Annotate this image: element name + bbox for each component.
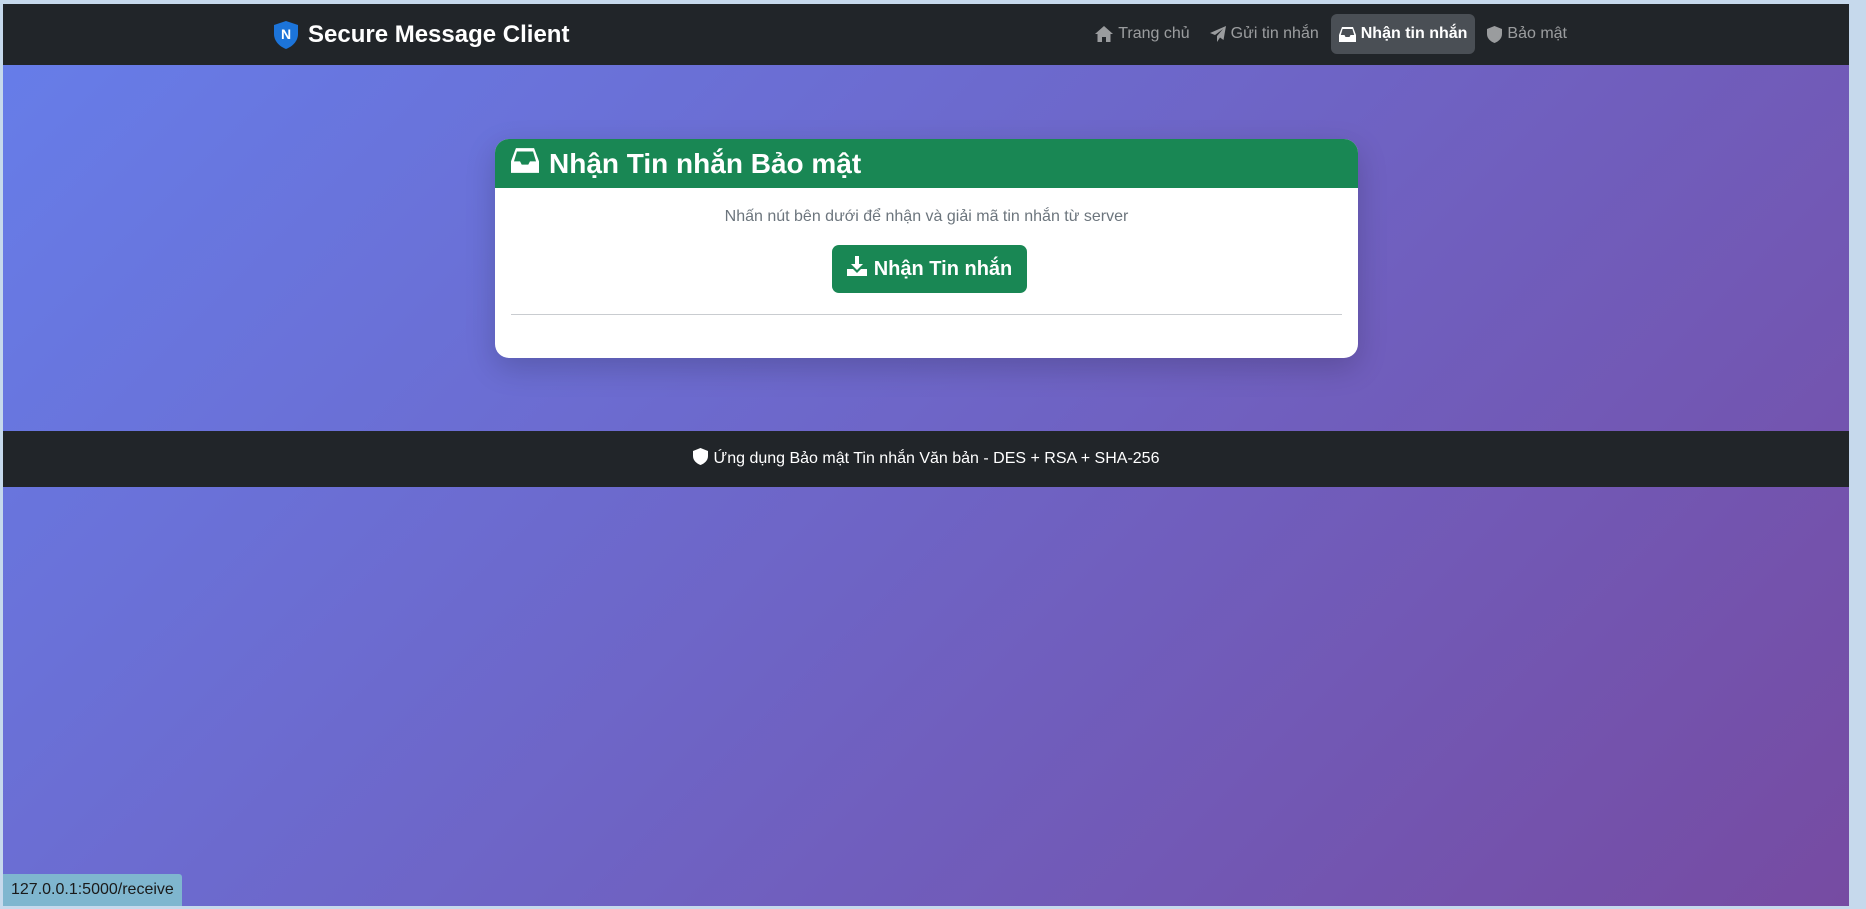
footer: Ứng dụng Bảo mật Tin nhắn Văn bản - DES … [3, 431, 1849, 487]
nav-link-send[interactable]: Gửi tin nhắn [1202, 14, 1327, 54]
receive-card: Nhận Tin nhắn Bảo mật Nhấn nút bên dưới … [495, 139, 1358, 358]
nav-link-security[interactable]: Bảo mật [1479, 14, 1575, 54]
nav-link-label: Gửi tin nhắn [1230, 25, 1319, 42]
nav-links: Trang chủ Gửi tin nhắn Nhận tin nhắn Bảo… [1087, 14, 1575, 54]
inbox-icon [511, 147, 539, 180]
page-viewport: N Secure Message Client Trang chủ Gửi ti… [3, 4, 1849, 906]
nav-link-home[interactable]: Trang chủ [1087, 14, 1197, 54]
home-icon [1095, 26, 1114, 42]
nav-link-label: Nhận tin nhắn [1360, 25, 1468, 42]
nav-link-label: Trang chủ [1118, 25, 1190, 42]
card-body: Nhấn nút bên dưới để nhận và giải mã tin… [495, 188, 1358, 358]
brand[interactable]: N Secure Message Client [274, 19, 569, 51]
nav-link-label: Bảo mật [1507, 25, 1567, 42]
download-icon [846, 256, 867, 282]
status-bar-url: 127.0.0.1:5000/receive [3, 874, 182, 906]
shield-icon [692, 448, 708, 470]
card-header: Nhận Tin nhắn Bảo mật [495, 139, 1358, 188]
divider [511, 314, 1342, 315]
paper-plane-icon [1209, 26, 1226, 42]
shield-icon [1487, 25, 1503, 43]
brand-title: Secure Message Client [308, 21, 570, 48]
navbar: N Secure Message Client Trang chủ Gửi ti… [3, 4, 1849, 65]
card-description: Nhấn nút bên dưới để nhận và giải mã tin… [724, 208, 1129, 225]
brand-shield-icon: N [274, 21, 298, 49]
receive-message-button[interactable]: Nhận Tin nhắn [832, 245, 1027, 293]
nav-link-receive[interactable]: Nhận tin nhắn [1330, 14, 1476, 54]
inbox-icon [1338, 26, 1356, 42]
footer-text: Ứng dụng Bảo mật Tin nhắn Văn bản - DES … [713, 450, 1160, 467]
card-title: Nhận Tin nhắn Bảo mật [549, 147, 862, 179]
brand-icon-letter: N [281, 26, 291, 42]
window-edge [1849, 0, 1866, 909]
receive-button-label: Nhận Tin nhắn [873, 257, 1013, 280]
